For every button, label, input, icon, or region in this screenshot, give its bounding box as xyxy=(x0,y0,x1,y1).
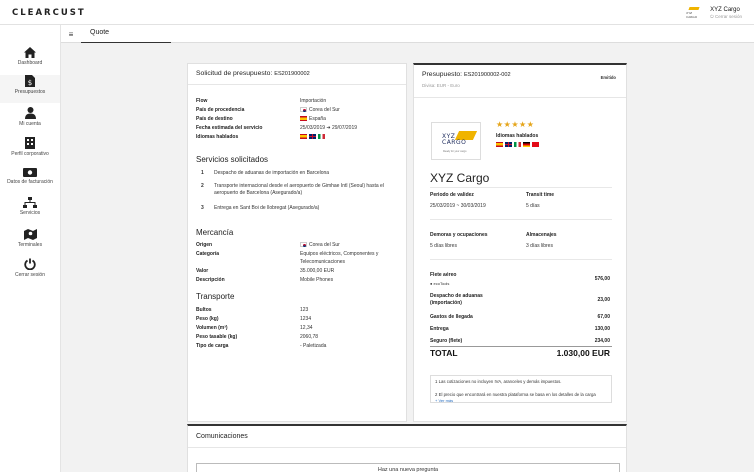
company-logo: XYZ CARGO xyxy=(686,6,702,20)
line-sub: ● ecoTools xyxy=(430,281,450,286)
sidebar-item-label: Cerrar sesión xyxy=(14,272,45,278)
germany-flag-icon xyxy=(523,142,530,147)
sidebar-item-datos-facturacion[interactable]: Datos de facturación xyxy=(0,168,60,196)
line-label: Seguro (flete) xyxy=(430,338,463,344)
sidebar-item-presupuestos[interactable]: $ Presupuestos xyxy=(0,75,60,103)
logout-link[interactable]: ⏻ Cerrar sesión xyxy=(710,14,742,19)
sidebar-item-perfil-corporativo[interactable]: Perfil corporativo xyxy=(0,137,60,165)
quote-card: Presupuesto: ES201900002-002 Divisa: EUR… xyxy=(413,63,627,422)
ask-question-button[interactable]: Haz una nueva pregunta xyxy=(196,463,620,472)
quote-card-title: Presupuesto: ES201900002-002 Divisa: EUR… xyxy=(414,65,626,98)
italy-flag-icon xyxy=(514,142,521,147)
demurrage-value: 5 días libres xyxy=(430,243,457,249)
spain-flag-icon xyxy=(300,134,307,140)
line-label: Entrega xyxy=(430,326,449,332)
storage-label: Almacenajes xyxy=(526,232,557,238)
korea-flag-icon xyxy=(300,107,307,113)
line-price: 576,00 xyxy=(594,276,610,282)
app-logo[interactable]: CLEARCUST xyxy=(12,8,86,18)
sidebar-item-mi-cuenta[interactable]: Mi cuenta xyxy=(0,107,60,135)
map-pin-icon xyxy=(23,229,37,240)
demurrage-label: Demoras y ocupaciones xyxy=(430,232,488,238)
sidebar-item-label: Perfil corporativo xyxy=(11,151,49,157)
top-bar: CLEARCUST XYZ CARGO XYZ Cargo ⏻ Cerrar s… xyxy=(0,0,754,25)
storage-value: 3 días libres xyxy=(526,243,553,249)
spain-flag-icon xyxy=(496,142,503,147)
goods-title: Mercancía xyxy=(196,228,234,237)
transit-value: 5 días xyxy=(526,203,540,209)
sidebar-item-servicios[interactable]: Servicios xyxy=(0,197,60,225)
sidebar-item-label: Servicios xyxy=(19,210,41,216)
languages-label: Idiomas hablados xyxy=(496,133,539,139)
document-dollar-icon: $ xyxy=(25,75,35,87)
banknote-icon xyxy=(23,168,37,177)
page-header: ≡ Quote xyxy=(61,25,754,43)
transit-label: Transit time xyxy=(526,192,555,198)
notes-box: 1 Las cotizaciones no incluyen IVA, aran… xyxy=(430,375,612,403)
note-item: 2 El precio que encontrará en nuestra pl… xyxy=(435,392,596,397)
svg-text:$: $ xyxy=(28,79,32,87)
currency-label: Divisa: EUR - Euro xyxy=(422,83,460,88)
total-value: 1.030,00 EUR xyxy=(556,348,610,358)
line-label: Flete aéreo xyxy=(430,272,457,278)
language-flags xyxy=(300,134,327,140)
services-title: Servicios solicitados xyxy=(196,155,269,164)
sidebar-item-label: Terminales xyxy=(17,242,43,248)
line-label: Gastos de llegada xyxy=(430,314,473,320)
user-menu[interactable]: XYZ CARGO XYZ Cargo ⏻ Cerrar sesión xyxy=(686,4,742,22)
line-price: 234,00 xyxy=(594,338,610,344)
provider-logo: XYZ CARGO Ready for your cargo xyxy=(431,122,481,160)
italy-flag-icon xyxy=(318,134,325,140)
tab-quote[interactable]: Quote xyxy=(81,25,171,43)
building-icon xyxy=(25,137,35,149)
menu-toggle-icon[interactable]: ≡ xyxy=(61,25,81,43)
sidebar-item-label: Presupuestos xyxy=(14,89,46,95)
line-label: Despacho de aduanas (importación) xyxy=(430,293,483,306)
validity-value: 25/03/2019 ~ 30/03/2019 xyxy=(430,203,486,209)
provider-name: XYZ Cargo xyxy=(430,171,490,185)
transport-title: Transporte xyxy=(196,292,235,301)
line-price: 67,00 xyxy=(597,314,610,320)
uk-flag-icon xyxy=(505,142,512,147)
line-price: 23,00 xyxy=(597,297,610,303)
communications-card: Comunicaciones Haz una nueva pregunta xyxy=(187,424,627,472)
network-icon xyxy=(23,197,37,208)
user-icon xyxy=(24,107,36,119)
total-label: TOTAL xyxy=(430,348,458,358)
sidebar: Dashboard $ Presupuestos Mi cuenta Perfi… xyxy=(0,25,61,472)
language-flags xyxy=(496,142,541,148)
turkey-flag-icon xyxy=(532,142,539,147)
sidebar-item-terminales[interactable]: Terminales xyxy=(0,228,60,256)
sidebar-item-cerrar-sesion[interactable]: Cerrar sesión xyxy=(0,258,60,286)
home-icon xyxy=(24,47,36,58)
uk-flag-icon xyxy=(309,134,316,140)
communications-title: Comunicaciones xyxy=(188,426,626,448)
korea-flag-icon xyxy=(300,242,307,248)
see-more-link[interactable]: + Ver más xyxy=(435,398,605,402)
line-price: 130,00 xyxy=(594,326,610,332)
request-card: Solicitud de presupuesto: ES201900002 Fl… xyxy=(187,63,407,422)
service-item: 3 Entrega en Sant Boi de llobregat (Asegu… xyxy=(201,205,320,211)
service-item: 1 Despacho de aduanas de importación en B… xyxy=(201,170,330,176)
service-item: 2 Transporte internacional desde el aerop… xyxy=(201,183,384,196)
sidebar-item-label: Datos de facturación xyxy=(7,179,53,185)
sidebar-item-label: Mi cuenta xyxy=(19,121,41,127)
request-card-title: Solicitud de presupuesto: ES201900002 xyxy=(188,64,406,85)
power-icon xyxy=(24,258,36,270)
sidebar-item-dashboard[interactable]: Dashboard xyxy=(0,47,60,75)
sidebar-item-label: Dashboard xyxy=(17,60,43,66)
status-badge: Emitido xyxy=(600,75,616,80)
spain-flag-icon xyxy=(300,116,307,122)
rating-stars: ★★★★★ xyxy=(496,120,535,129)
validity-label: Periodo de validez xyxy=(430,192,474,198)
note-item: 1 Las cotizaciones no incluyen IVA, aran… xyxy=(435,379,562,384)
user-name: XYZ Cargo xyxy=(710,7,740,13)
